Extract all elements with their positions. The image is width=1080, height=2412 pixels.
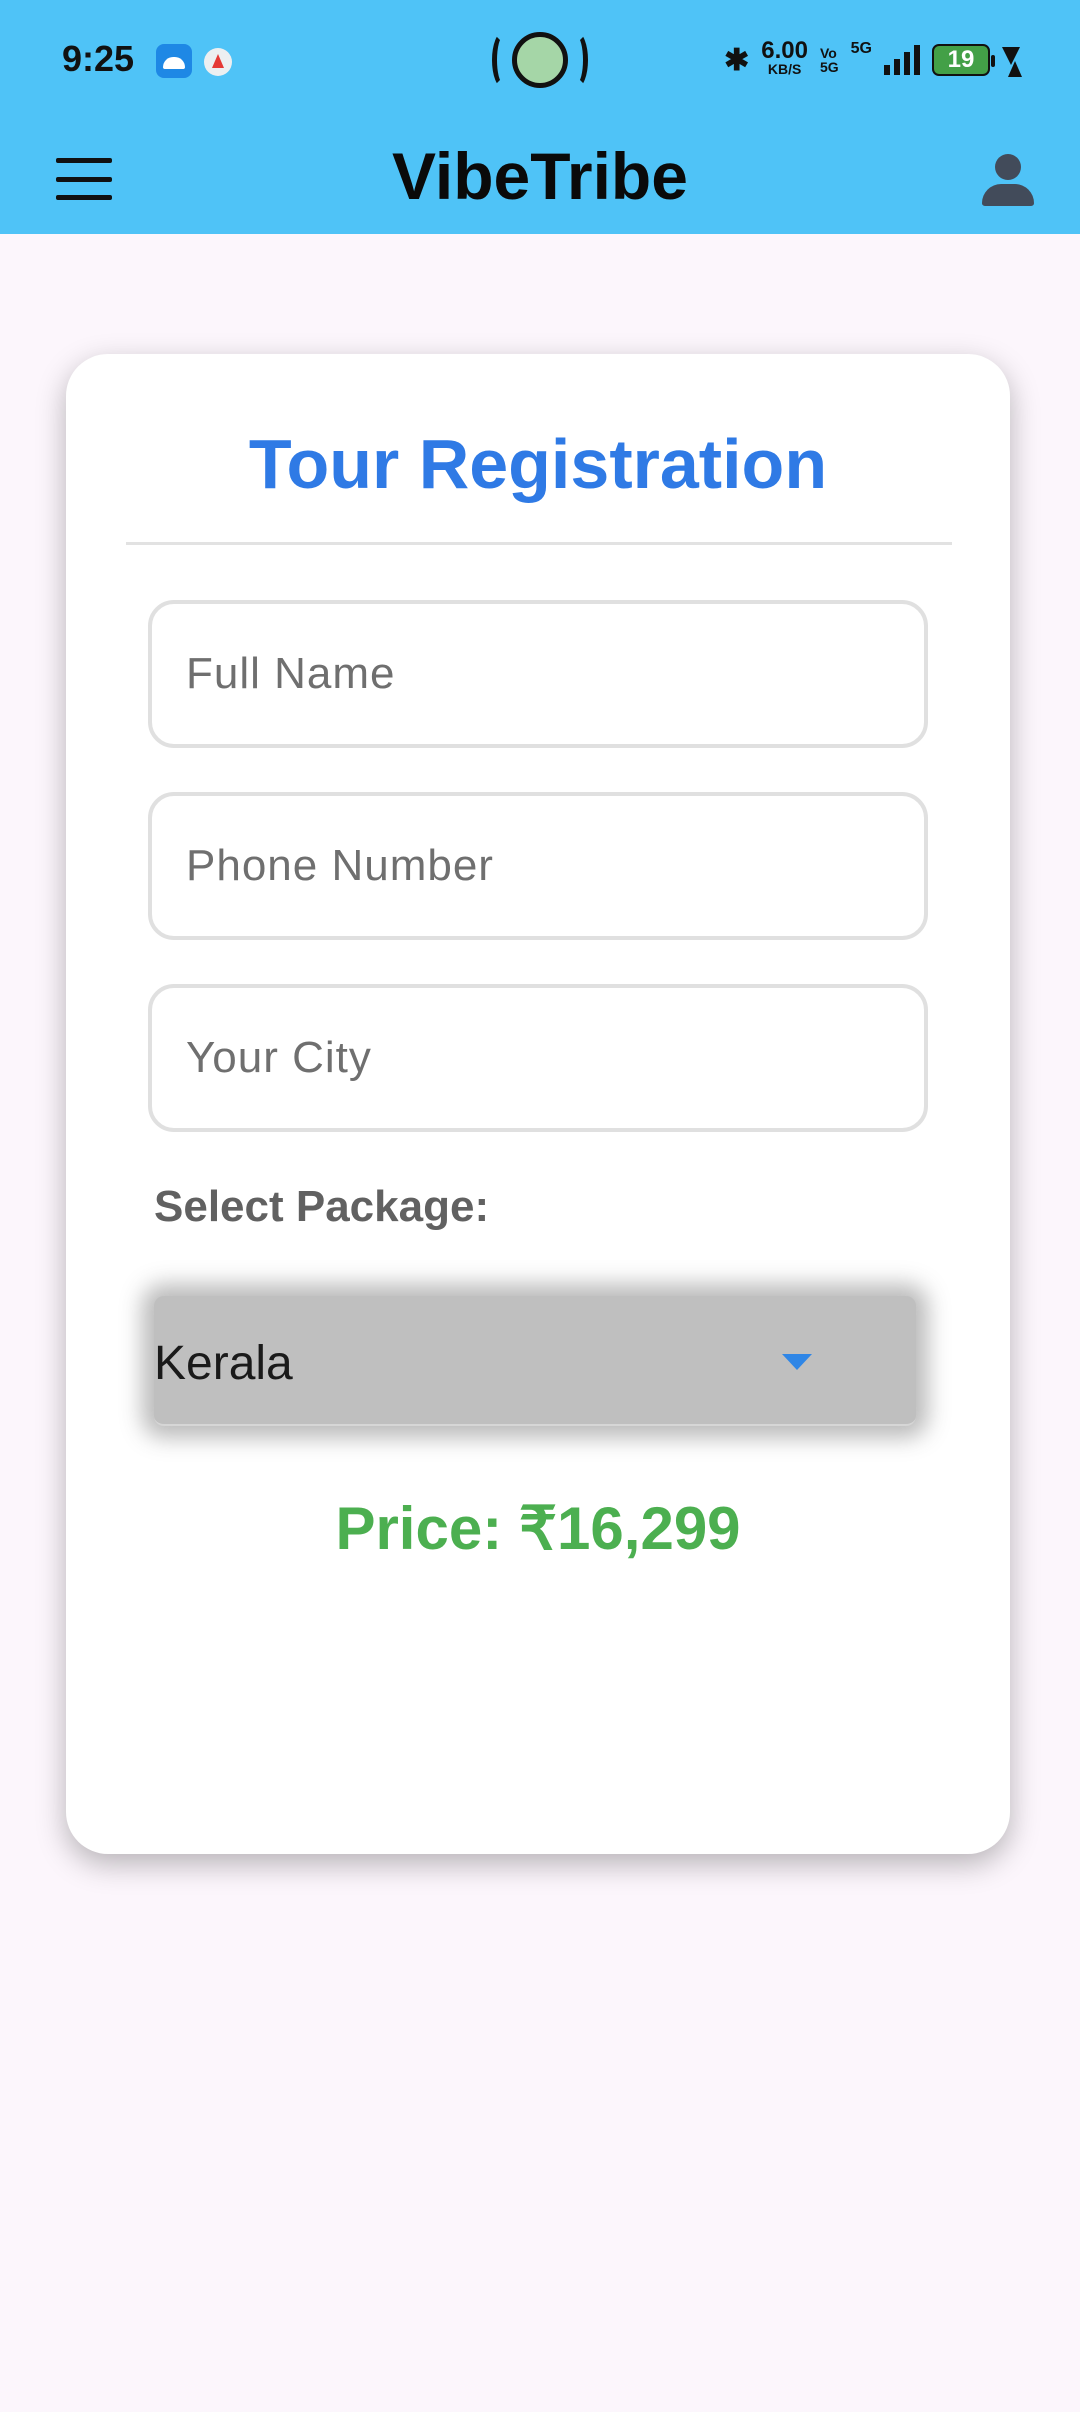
volte-indicator: Vo 5G bbox=[819, 45, 839, 75]
package-selected-value: Kerala bbox=[154, 1337, 293, 1390]
live-broadcast-icon bbox=[488, 24, 592, 100]
android-notification-icon bbox=[156, 44, 192, 78]
select-package-label: Select Package: bbox=[154, 1182, 490, 1231]
battery-level: 19 bbox=[947, 46, 975, 73]
bluetooth-icon: ✱ bbox=[724, 43, 750, 77]
full-name-input[interactable] bbox=[152, 604, 924, 744]
full-name-field bbox=[148, 600, 928, 748]
battery-icon: 19 bbox=[932, 44, 995, 76]
registration-card: Tour Registration Select Package: Kerala… bbox=[66, 354, 1010, 1854]
city-input[interactable] bbox=[152, 988, 924, 1128]
status-time: 9:25 bbox=[62, 38, 135, 79]
status-indicators: ✱ 6.00 KB/S Vo 5G 5G 19 bbox=[724, 37, 1022, 80]
person-icon[interactable] bbox=[982, 154, 1034, 206]
form-title: Tour Registration bbox=[248, 425, 828, 503]
package-dropdown[interactable]: Kerala bbox=[154, 1296, 916, 1426]
dropdown-arrow-icon bbox=[782, 1354, 812, 1370]
phone-number-input[interactable] bbox=[152, 796, 924, 936]
app-title: VibeTribe bbox=[392, 139, 688, 213]
city-field bbox=[148, 984, 928, 1132]
app-notification-icon bbox=[204, 48, 232, 76]
network-speed: 6.00 KB/S bbox=[761, 37, 808, 78]
phone-number-field bbox=[148, 792, 928, 940]
network-type: 5G bbox=[850, 40, 872, 57]
signal-strength-icon bbox=[884, 45, 920, 75]
status-bar: 9:25 ✱ 6.00 KB/S Vo 5G 5G 19 bbox=[0, 0, 1080, 120]
charging-icon bbox=[1002, 47, 1022, 77]
package-price: Price: ₹16,299 bbox=[335, 1495, 741, 1562]
app-bar: 9:25 ✱ 6.00 KB/S Vo 5G 5G 19 VibeTribe bbox=[0, 0, 1080, 234]
title-divider bbox=[126, 542, 952, 545]
